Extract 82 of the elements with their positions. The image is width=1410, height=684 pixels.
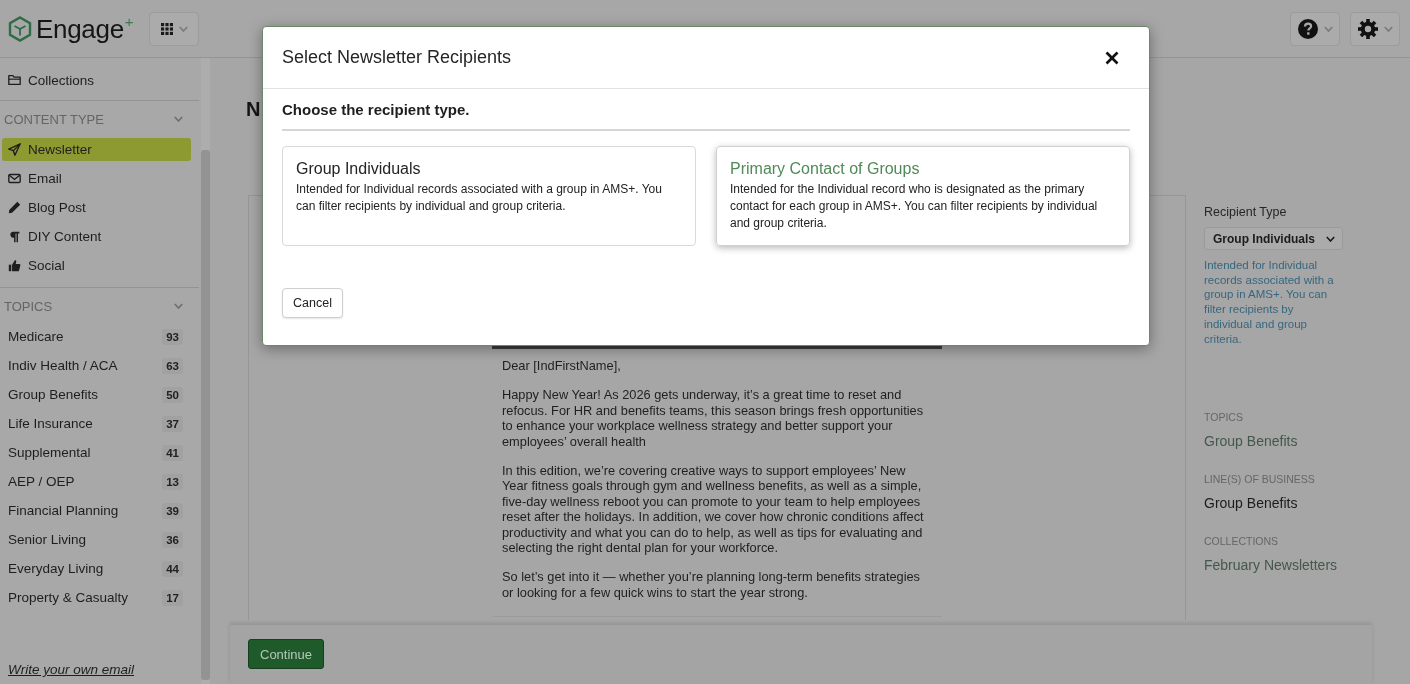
topic-item[interactable]: Property & Casualty 17 xyxy=(2,586,191,609)
caret-icon xyxy=(1326,235,1335,242)
count-badge: 41 xyxy=(162,444,183,461)
field-label: LINE(S) OF BUSINESS xyxy=(1204,472,1316,487)
option-description: Intended for the Individual record who is designated as the primary contact for each group in AMS+. You can filter recipients by individual and group criteria. xyxy=(730,181,1099,232)
content-type-item[interactable]: Blog Post xyxy=(2,196,191,219)
hexagon-logo-icon xyxy=(7,15,33,42)
folder-icon xyxy=(8,74,21,86)
page-title: N xyxy=(246,97,261,121)
help-icon xyxy=(1297,18,1318,39)
topic-label: Financial Planning xyxy=(8,503,119,518)
topic-item[interactable]: Medicare 93 xyxy=(2,325,191,348)
scrollbar-track[interactable] xyxy=(201,58,210,684)
topic-item[interactable]: Supplemental 41 xyxy=(2,441,191,464)
topic-label: Senior Living xyxy=(8,532,87,547)
count-badge: 37 xyxy=(162,415,183,432)
recipient-type-description: Intended for Individual records associated with a group in AMS+. You can filter recipients by individual and group criteria. xyxy=(1204,258,1335,347)
help-menu-button[interactable] xyxy=(1290,11,1340,46)
recipient-option-card[interactable]: Primary Contact of Groups Intended for the Individual record who is designated as the primary contact for each group in AMS+. You can filter recipients by individual and group criteria. xyxy=(716,146,1130,246)
content-type-item[interactable]: Social xyxy=(2,254,191,277)
apps-menu-button[interactable] xyxy=(149,11,200,46)
topic-item[interactable]: Group Benefits 50 xyxy=(2,383,191,406)
option-description: Intended for Individual records associated with a group in AMS+. You can filter recipients by individual and group criteria. xyxy=(296,181,663,215)
field-label: COLLECTIONS xyxy=(1204,534,1280,549)
count-badge: 63 xyxy=(162,357,183,374)
section-heading: TOPICS xyxy=(4,298,53,314)
close-icon[interactable] xyxy=(1105,50,1119,65)
email-paragraph: Happy New Year! As 2026 gets underway, it’s a great time to reset and refocus. For HR and benefits teams, this season brings fresh opportunities to enhance your workplace wellness strategy and better support your employees’ overall health xyxy=(502,387,925,449)
count-badge: 93 xyxy=(162,328,183,345)
write-email-link[interactable]: Write your own email xyxy=(8,662,135,677)
logo-text: Engage$^{+}$ xyxy=(36,13,134,44)
field-value: Group Benefits xyxy=(1204,495,1298,512)
paper-plane-icon xyxy=(8,143,21,156)
topic-item[interactable]: AEP / OEP 13 xyxy=(2,470,191,493)
count-badge: 36 xyxy=(162,531,183,548)
topic-label: AEP / OEP xyxy=(8,474,75,489)
content-type-item[interactable]: DIY Content xyxy=(2,225,191,248)
topic-item[interactable]: Everyday Living 44 xyxy=(2,557,191,580)
settings-menu-button[interactable] xyxy=(1350,11,1400,46)
content-type-item[interactable]: Newsletter xyxy=(2,138,191,161)
count-badge: 17 xyxy=(162,589,183,606)
topic-label: Property & Casualty xyxy=(8,590,129,605)
option-title: Group Individuals xyxy=(296,159,421,179)
section-heading: CONTENT TYPE xyxy=(4,111,104,127)
count-badge: 39 xyxy=(162,502,183,519)
thumbs-up-icon xyxy=(8,259,21,272)
topic-label: Indiv Health / ACA xyxy=(8,358,118,373)
recipient-option-card[interactable]: Group Individuals Intended for Individual records associated with a group in AMS+. You can filter recipients by individual and group criteria. xyxy=(282,146,696,246)
count-badge: 13 xyxy=(162,473,183,490)
email-paragraph: In this edition, we’re covering creative ways to support employees’ New Year fitness goals through gym and wellness benefits, as well as a simple, five-day wellness reboot you can promote to your team to help employees reset after the holidays. In addition, we cover how chronic conditions affect productivity and what you can do to help, as well as tips for evaluating and selecting the right dental plan for your workforce. xyxy=(502,462,925,556)
settings-icon xyxy=(1357,18,1378,39)
cancel-button[interactable]: Cancel xyxy=(282,288,343,318)
caret-icon xyxy=(178,25,188,32)
topic-label: Life Insurance xyxy=(8,416,93,431)
modal-prompt: Choose the recipient type. xyxy=(282,101,470,119)
recipient-type-select[interactable]: Group Individuals xyxy=(1204,227,1343,250)
continue-button[interactable]: Continue xyxy=(248,639,325,669)
caret-icon xyxy=(1383,25,1393,32)
topic-label: Medicare xyxy=(8,329,64,344)
topic-item[interactable]: Financial Planning 39 xyxy=(2,499,191,522)
paragraph-icon xyxy=(8,230,21,243)
collections-link[interactable]: Collections xyxy=(0,68,199,92)
field-label: TOPICS xyxy=(1204,410,1244,425)
topic-item[interactable]: Senior Living 36 xyxy=(2,528,191,551)
topic-item[interactable]: Indiv Health / ACA 63 xyxy=(2,354,191,377)
envelope-icon xyxy=(8,172,21,185)
topic-item[interactable]: Life Insurance 37 xyxy=(2,412,191,435)
grid-icon xyxy=(160,22,173,35)
pencil-icon xyxy=(8,201,21,214)
option-title: Primary Contact of Groups xyxy=(730,159,920,179)
caret-icon xyxy=(1323,25,1333,32)
count-badge: 44 xyxy=(162,560,183,577)
topic-label: Group Benefits xyxy=(8,387,99,402)
content-type-item[interactable]: Email xyxy=(2,167,191,190)
field-label: Recipient Type xyxy=(1204,205,1288,220)
count-badge: 50 xyxy=(162,386,183,403)
scrollbar-thumb[interactable] xyxy=(201,150,210,680)
modal-title: Select Newsletter Recipients xyxy=(282,47,512,68)
topic-label: Everyday Living xyxy=(8,561,104,576)
email-paragraph: So let’s get into it — whether you’re planning long-term benefits strategies or looking for a few quick wins to start the year strong. xyxy=(502,569,922,600)
topic-label: Supplemental xyxy=(8,445,91,460)
email-paragraph: Dear [IndFirstName], xyxy=(502,358,622,374)
